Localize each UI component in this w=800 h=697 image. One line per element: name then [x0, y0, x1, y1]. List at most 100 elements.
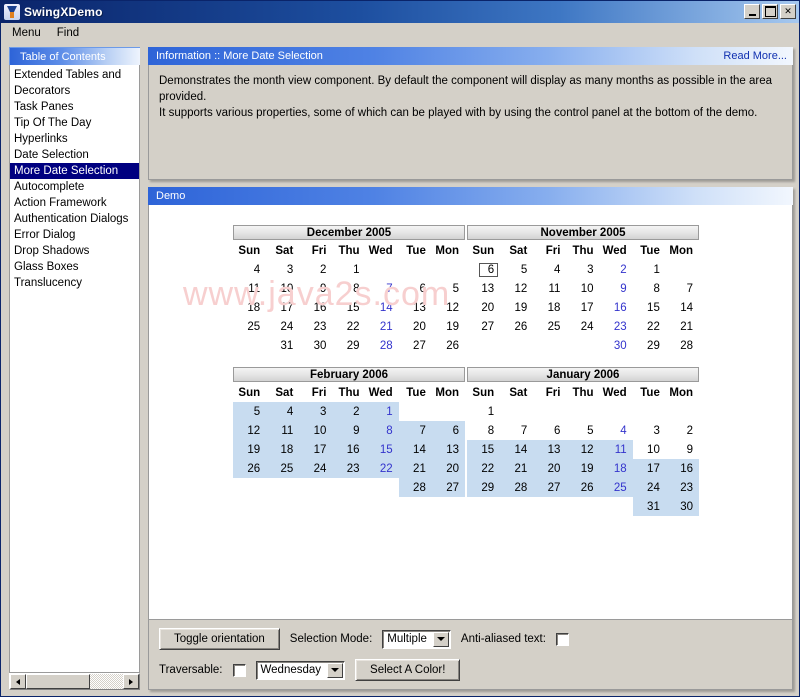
day-cell[interactable]: 17 [299, 440, 333, 459]
day-cell[interactable]: 17 [632, 459, 666, 478]
day-cell[interactable]: 22 [332, 317, 365, 336]
day-cell[interactable]: 2 [600, 260, 633, 279]
menu-item-menu[interactable]: Menu [5, 25, 48, 41]
day-cell[interactable]: 15 [633, 298, 666, 317]
day-cell[interactable]: 16 [665, 459, 699, 478]
day-cell[interactable]: 20 [431, 459, 465, 478]
toc-item[interactable]: Extended Tables and [10, 67, 139, 83]
day-cell[interactable]: 2 [332, 402, 366, 421]
day-cell[interactable]: 27 [431, 478, 465, 497]
toc-item[interactable]: Translucency [10, 275, 139, 291]
day-cell[interactable]: 5 [432, 279, 465, 298]
day-cell[interactable]: 8 [365, 421, 399, 440]
toc-item[interactable]: Tip Of The Day [10, 115, 139, 131]
toc-item[interactable]: Decorators [10, 83, 139, 99]
day-cell[interactable]: 19 [233, 440, 267, 459]
day-cell[interactable]: 26 [566, 478, 600, 497]
day-cell[interactable]: 18 [233, 298, 266, 317]
day-cell[interactable]: 20 [533, 459, 567, 478]
day-cell[interactable]: 13 [431, 440, 465, 459]
day-cell[interactable]: 8 [332, 279, 365, 298]
first-day-of-week-dropdown[interactable]: Wednesday [255, 660, 346, 680]
day-cell[interactable]: 3 [566, 260, 599, 279]
day-cell[interactable]: 10 [266, 279, 299, 298]
toc-item[interactable]: Drop Shadows [10, 243, 139, 259]
day-cell[interactable]: 22 [467, 459, 501, 478]
day-cell[interactable]: 7 [666, 279, 699, 298]
day-cell[interactable]: 10 [633, 440, 666, 459]
toc-item[interactable]: Authentication Dialogs [10, 211, 139, 227]
minimize-button[interactable] [744, 4, 760, 19]
day-cell[interactable]: 21 [398, 459, 432, 478]
day-cell[interactable]: 30 [600, 336, 633, 355]
day-cell[interactable]: 16 [600, 298, 633, 317]
day-cell[interactable]: 1 [467, 402, 500, 421]
day-cell[interactable]: 31 [266, 336, 299, 355]
month-panel[interactable]: January 2006 Sun Sat Fri Thu Wed Tue Mon 1 8 7 6 5 4 3… [467, 367, 699, 516]
month-view-component[interactable]: www.java2s.com December 2005 Sun Sat Fri Thu… [149, 205, 792, 619]
day-cell[interactable]: 28 [366, 336, 399, 355]
scrollbar-track[interactable] [26, 674, 123, 689]
chevron-down-icon[interactable] [327, 662, 344, 678]
day-cell[interactable]: 9 [600, 279, 633, 298]
day-cell[interactable]: 3 [299, 402, 333, 421]
antialiased-text-checkbox[interactable] [555, 632, 569, 646]
toc-item[interactable]: Hyperlinks [10, 131, 139, 147]
day-cell[interactable]: 26 [233, 459, 267, 478]
day-cell[interactable]: 28 [500, 478, 534, 497]
day-cell[interactable]: 10 [566, 279, 599, 298]
day-cell[interactable]: 11 [233, 279, 266, 298]
day-cell[interactable]: 25 [233, 317, 266, 336]
day-cell[interactable]: 14 [666, 298, 699, 317]
day-cell[interactable]: 29 [332, 336, 365, 355]
day-cell[interactable]: 3 [633, 421, 666, 440]
day-cell[interactable]: 27 [399, 336, 432, 355]
day-cell[interactable]: 28 [398, 478, 432, 497]
month-panel[interactable]: November 2005 Sun Sat Fri Thu Wed Tue Mon 6 5 4 3 2 1… [467, 225, 699, 355]
day-cell[interactable]: 21 [366, 317, 399, 336]
day-cell[interactable]: 14 [366, 298, 399, 317]
toc-item[interactable]: Action Framework [10, 195, 139, 211]
day-cell[interactable]: 13 [533, 440, 567, 459]
day-cell[interactable]: 9 [332, 421, 366, 440]
day-cell[interactable]: 30 [665, 497, 699, 516]
day-cell[interactable]: 19 [432, 317, 465, 336]
day-cell[interactable]: 29 [467, 478, 501, 497]
day-cell[interactable]: 6 [533, 421, 566, 440]
day-cell[interactable]: 14 [500, 440, 534, 459]
day-cell[interactable]: 13 [467, 279, 500, 298]
day-cell[interactable]: 9 [299, 279, 332, 298]
month-panel[interactable]: December 2005 Sun Sat Fri Thu Wed Tue Mon 4 3 2 1 11… [233, 225, 465, 355]
day-cell[interactable]: 11 [599, 440, 633, 459]
day-cell[interactable]: 11 [533, 279, 566, 298]
day-cell[interactable]: 7 [500, 421, 533, 440]
day-cell[interactable]: 1 [332, 260, 365, 279]
day-cell[interactable]: 15 [467, 440, 501, 459]
day-cell[interactable]: 24 [632, 478, 666, 497]
day-cell[interactable]: 7 [366, 279, 399, 298]
day-cell[interactable]: 18 [266, 440, 300, 459]
toggle-orientation-button[interactable]: Toggle orientation [159, 628, 280, 650]
toc-item[interactable]: Task Panes [10, 99, 139, 115]
day-cell[interactable]: 12 [500, 279, 533, 298]
day-cell[interactable]: 16 [332, 440, 366, 459]
toc-item[interactable]: Date Selection [10, 147, 139, 163]
day-cell[interactable]: 25 [599, 478, 633, 497]
day-cell[interactable]: 8 [633, 279, 666, 298]
day-cell[interactable]: 5 [233, 402, 267, 421]
day-cell[interactable]: 23 [600, 317, 633, 336]
day-cell[interactable]: 6 [467, 260, 500, 279]
day-cell[interactable]: 29 [633, 336, 666, 355]
day-cell[interactable]: 26 [432, 336, 465, 355]
day-cell[interactable]: 6 [399, 279, 432, 298]
day-cell[interactable]: 19 [500, 298, 533, 317]
day-cell[interactable]: 12 [566, 440, 600, 459]
day-cell[interactable]: 15 [365, 440, 399, 459]
day-cell[interactable]: 2 [666, 421, 699, 440]
day-cell[interactable]: 4 [233, 260, 266, 279]
day-cell[interactable]: 12 [432, 298, 465, 317]
day-cell[interactable]: 11 [266, 421, 300, 440]
day-cell[interactable]: 6 [431, 421, 465, 440]
toc-item[interactable]: Autocomplete [10, 179, 139, 195]
scroll-left-arrow-icon[interactable] [10, 674, 26, 689]
